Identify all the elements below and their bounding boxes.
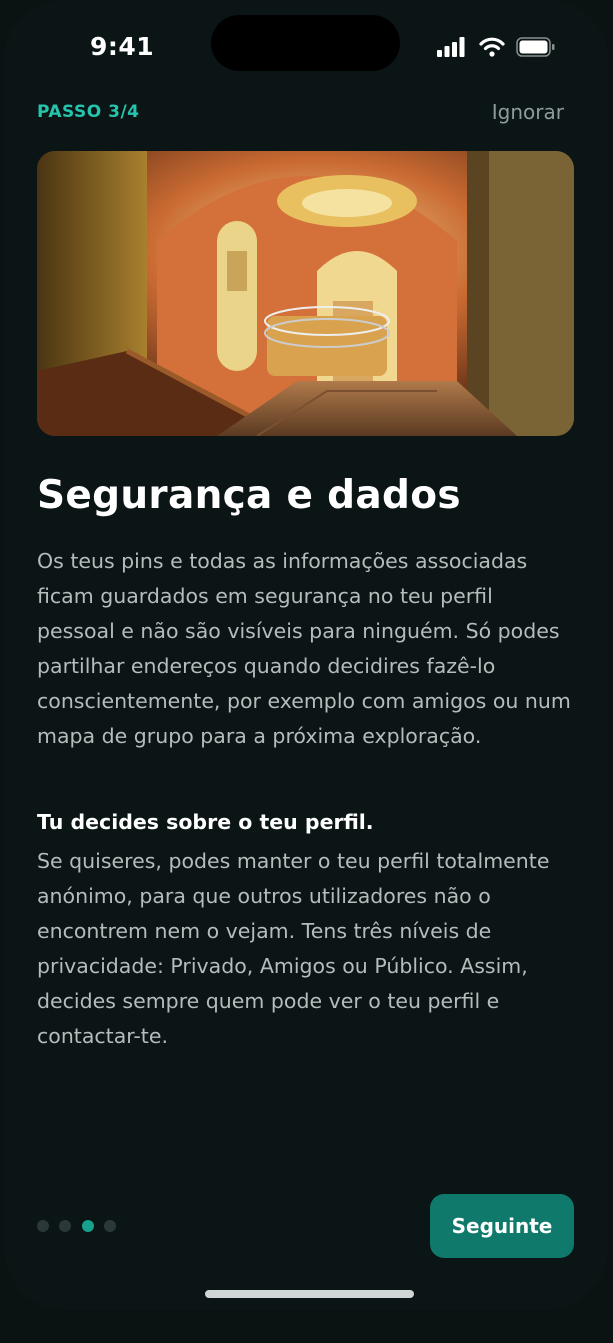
battery-icon — [516, 37, 555, 57]
status-time: 9:41 — [90, 32, 155, 61]
page-dot-4 — [104, 1220, 116, 1232]
page-title: Segurança e dados — [37, 473, 461, 518]
privacy-paragraph: Se quiseres, podes manter o teu perfil t… — [37, 849, 550, 1048]
home-indicator[interactable] — [205, 1290, 414, 1298]
page-dot-1 — [37, 1220, 49, 1232]
next-button[interactable]: Seguinte — [430, 1194, 574, 1258]
page-dot-3-active — [82, 1220, 94, 1232]
onboarding-screen: 9:41 PASSO 3/4 Ignorar Segurança e dados… — [4, 0, 608, 1310]
interior-room-illustration — [37, 151, 574, 436]
hero-image — [37, 151, 574, 436]
skip-button[interactable]: Ignorar — [492, 100, 564, 124]
cellular-signal-icon — [437, 37, 465, 57]
page-dot-2 — [59, 1220, 71, 1232]
profile-subheading: Tu decides sobre o teu perfil. — [37, 810, 374, 834]
wifi-icon — [479, 37, 505, 57]
step-indicator: PASSO 3/4 — [37, 102, 140, 122]
dynamic-island — [211, 15, 400, 71]
description-paragraph: Os teus pins e todas as informações asso… — [37, 549, 571, 748]
